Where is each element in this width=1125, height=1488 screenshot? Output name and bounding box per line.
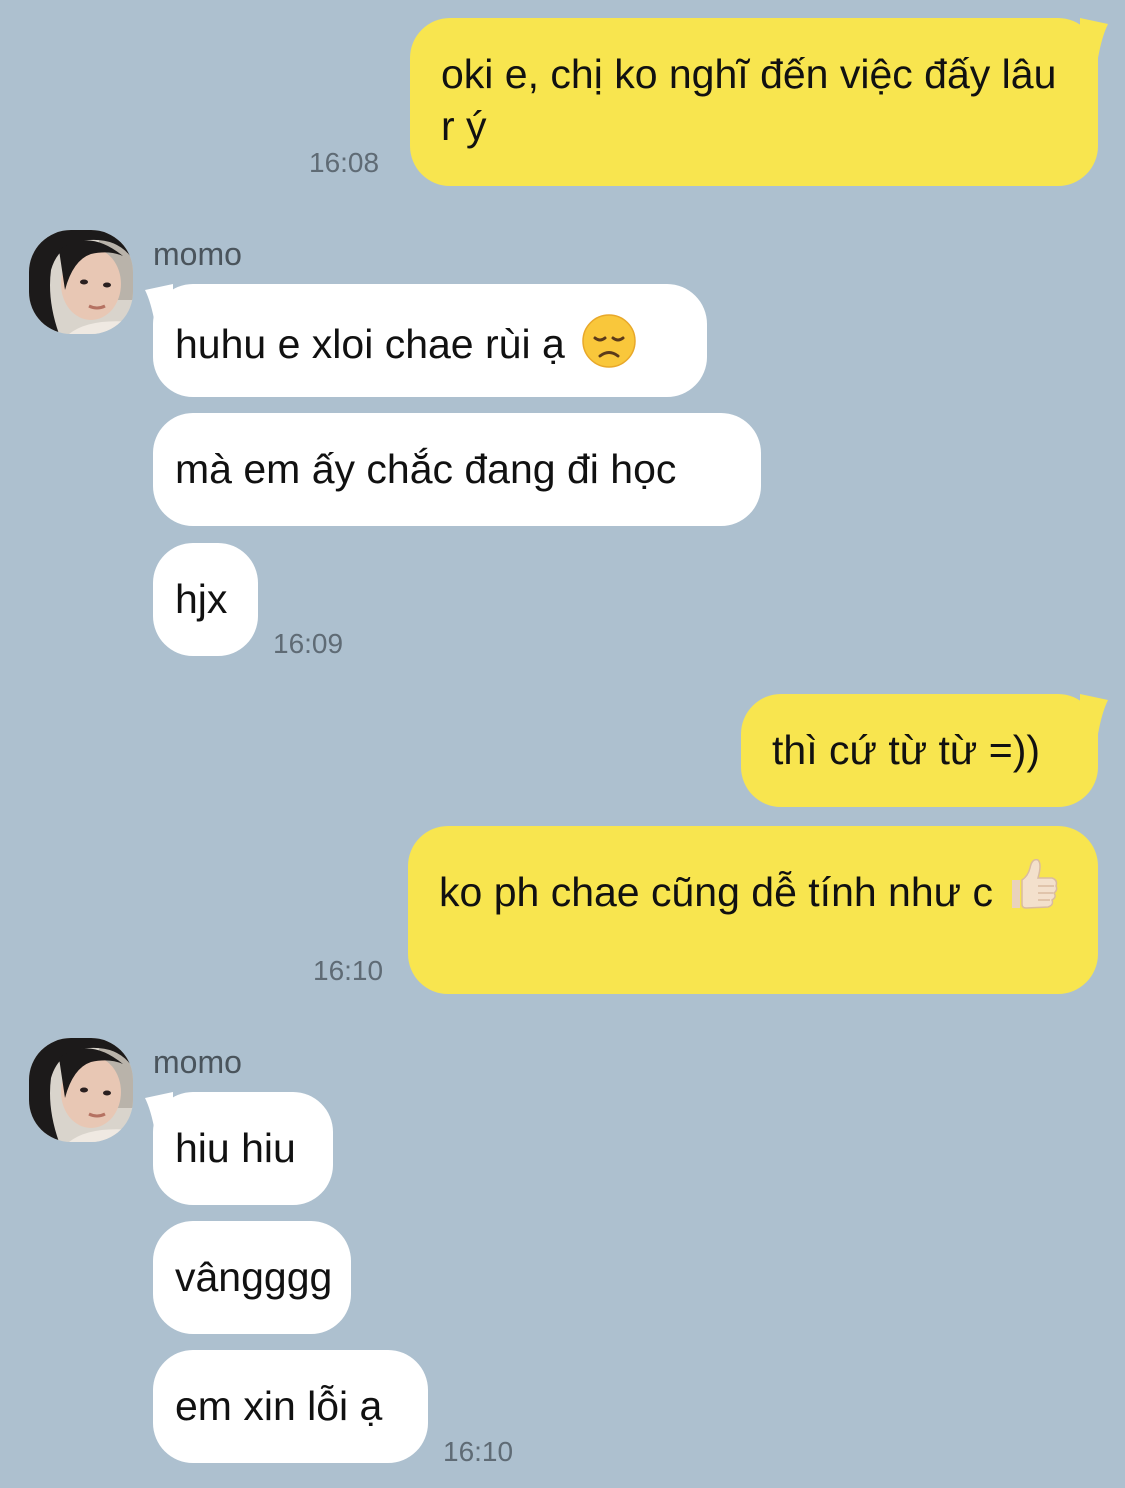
bubble-tail <box>1080 18 1108 58</box>
message-text: oki e, chị ko nghĩ đến việc đấy lâu r ý <box>441 51 1057 149</box>
message-text: vângggg <box>175 1254 333 1300</box>
incoming-message-bubble[interactable]: hiu hiu <box>153 1092 333 1205</box>
message-text: thì cứ từ từ =)) <box>772 727 1041 773</box>
sender-name: momo <box>153 236 242 272</box>
incoming-message-bubble[interactable]: vângggg <box>153 1221 351 1334</box>
message-timestamp: 16:08 <box>309 147 380 178</box>
message-timestamp: 16:10 <box>443 1436 514 1467</box>
bubble-tail <box>1080 694 1108 734</box>
incoming-message-bubble[interactable]: mà em ấy chắc đang đi học <box>153 413 761 526</box>
outgoing-message-bubble[interactable]: oki e, chị ko nghĩ đến việc đấy lâu r ý <box>410 18 1098 186</box>
message-text: ko ph chae cũng dễ tính như c <box>439 869 994 915</box>
message-text: hjx <box>175 576 228 622</box>
disappointed-face-icon <box>582 314 636 368</box>
message-text: hiu hiu <box>175 1125 296 1171</box>
message-text: mà em ấy chắc đang đi học <box>175 446 677 492</box>
bubble-tail <box>145 1092 173 1132</box>
bubble-tail <box>145 284 173 324</box>
sender-name: momo <box>153 1044 242 1080</box>
message-timestamp: 16:09 <box>273 628 344 659</box>
incoming-message-bubble[interactable]: hjx <box>153 543 258 656</box>
outgoing-message-bubble[interactable]: thì cứ từ từ =)) <box>741 694 1098 807</box>
message-text: em xin lỗi ạ <box>175 1383 383 1429</box>
message-timestamp: 16:10 <box>313 955 384 986</box>
incoming-message-bubble[interactable]: huhu e xloi chae rùi ạ <box>153 284 707 397</box>
incoming-message-bubble[interactable]: em xin lỗi ạ <box>153 1350 428 1463</box>
avatar[interactable] <box>29 1038 133 1142</box>
outgoing-message-bubble[interactable]: ko ph chae cũng dễ tính như c <box>408 826 1098 994</box>
message-text: huhu e xloi chae rùi ạ <box>175 321 565 367</box>
avatar[interactable] <box>29 230 133 334</box>
thumbs-up-icon <box>1012 858 1058 909</box>
